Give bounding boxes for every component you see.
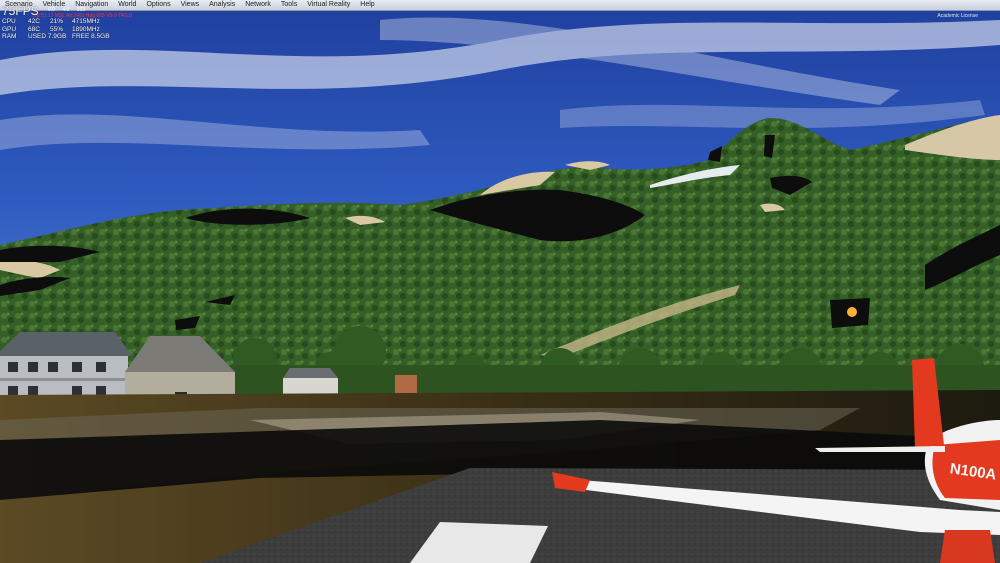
gpu-label: GPU (2, 25, 17, 33)
ram-free: FREE 8.5GB (72, 33, 110, 40)
gpu-usage: 55% (50, 25, 64, 33)
menu-network[interactable]: Network (240, 0, 276, 10)
gpu-stats-row: GPU 68C 55% 1890MHz (2, 26, 122, 34)
ram-stats-row: RAM USED 7.9GB FREE 8.5GB (2, 33, 122, 41)
menu-views[interactable]: Views (176, 0, 205, 10)
menu-analysis[interactable]: Analysis (204, 0, 240, 10)
cpu-usage: 21% (50, 18, 64, 25)
menu-tools[interactable]: Tools (276, 0, 302, 10)
glowing-light (847, 307, 857, 317)
performance-overlay: 75FPS CPU 42C 21% 4715MHz GPU 68C 55% 18… (2, 5, 122, 41)
gpu-freq: 1890MHz (72, 25, 100, 33)
license-label: Academic License (937, 13, 978, 19)
cpu-freq: 4715MHz (72, 18, 100, 25)
fps-counter: 75FPS (2, 4, 39, 18)
ram-label: RAM (2, 33, 17, 40)
menu-options[interactable]: Options (141, 0, 175, 10)
landing-gear (940, 530, 995, 563)
menu-bar: Scenario Vehicle Navigation World Option… (0, 0, 1000, 11)
cpu-temp: 42C (28, 18, 40, 25)
gpu-temp: 68C (28, 25, 40, 33)
ram-used: USED 7.9GB (28, 33, 67, 40)
simulator-3d-viewport[interactable]: N100A (0, 0, 1000, 563)
cpu-label: CPU (2, 18, 16, 25)
cpu-stats-row: CPU 42C 21% 4715MHz (2, 18, 122, 26)
menu-virtual-reality[interactable]: Virtual Reality (302, 0, 355, 10)
menu-help[interactable]: Help (355, 0, 379, 10)
